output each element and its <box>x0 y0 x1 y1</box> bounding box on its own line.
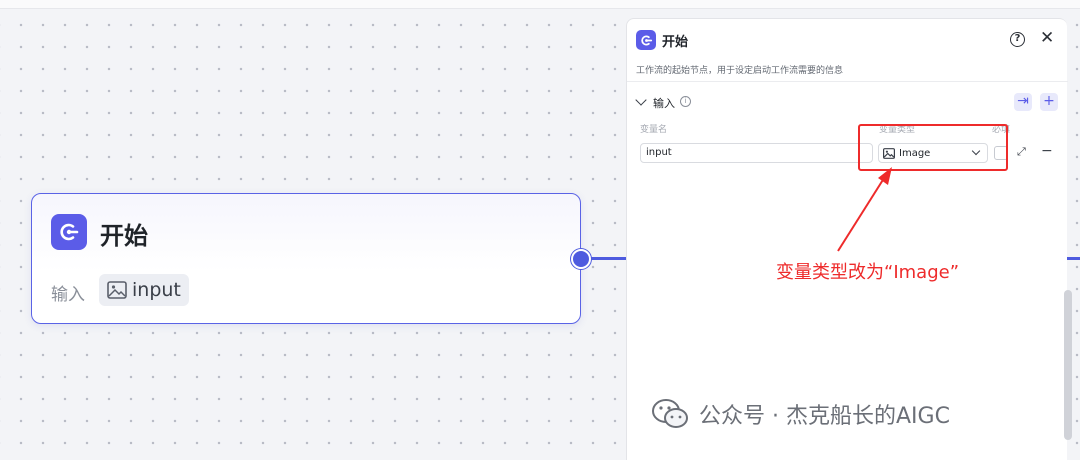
connection-edge-right <box>1066 257 1080 260</box>
node-input-tag-label: input <box>132 279 181 301</box>
node-input-tag: input <box>99 274 189 306</box>
top-bar <box>0 0 1080 9</box>
panel-title: 开始 <box>662 35 689 50</box>
node-output-handle[interactable] <box>571 249 591 269</box>
section-title-input: 输入 <box>653 97 675 110</box>
help-icon[interactable]: ? <box>1010 32 1025 47</box>
watermark: 公众号 · 杰克船长的AIGC <box>651 398 950 430</box>
connection-edge <box>590 257 630 260</box>
annotation-highlight-box <box>858 124 1008 171</box>
divider <box>627 81 1068 82</box>
info-icon[interactable]: i <box>680 96 691 107</box>
import-button[interactable]: ⇥ <box>1014 93 1032 111</box>
chevron-down-icon[interactable] <box>635 94 647 106</box>
remove-variable-icon[interactable]: − <box>1041 143 1053 159</box>
add-variable-button[interactable]: + <box>1040 93 1058 111</box>
start-node-icon <box>51 214 87 250</box>
start-node[interactable]: 开始 输入 input <box>31 193 581 324</box>
node-title: 开始 <box>100 222 148 250</box>
image-icon <box>107 281 127 299</box>
variable-name-input[interactable]: input <box>640 143 873 163</box>
wechat-icon <box>652 399 688 428</box>
node-input-label: 输入 <box>51 285 85 305</box>
panel-description: 工作流的起始节点，用于设定启动工作流需要的信息 <box>636 66 844 76</box>
panel-scrollbar[interactable] <box>1064 290 1072 440</box>
expand-icon[interactable]: ⤢ <box>1017 145 1026 159</box>
annotation-text: 变量类型改为“Image” <box>776 262 960 283</box>
start-node-icon <box>636 30 656 50</box>
close-icon[interactable]: ✕ <box>1040 28 1054 48</box>
column-header-name: 变量名 <box>640 125 668 135</box>
annotation-arrow <box>837 167 892 252</box>
watermark-text: 公众号 · 杰克船长的AIGC <box>699 404 950 429</box>
